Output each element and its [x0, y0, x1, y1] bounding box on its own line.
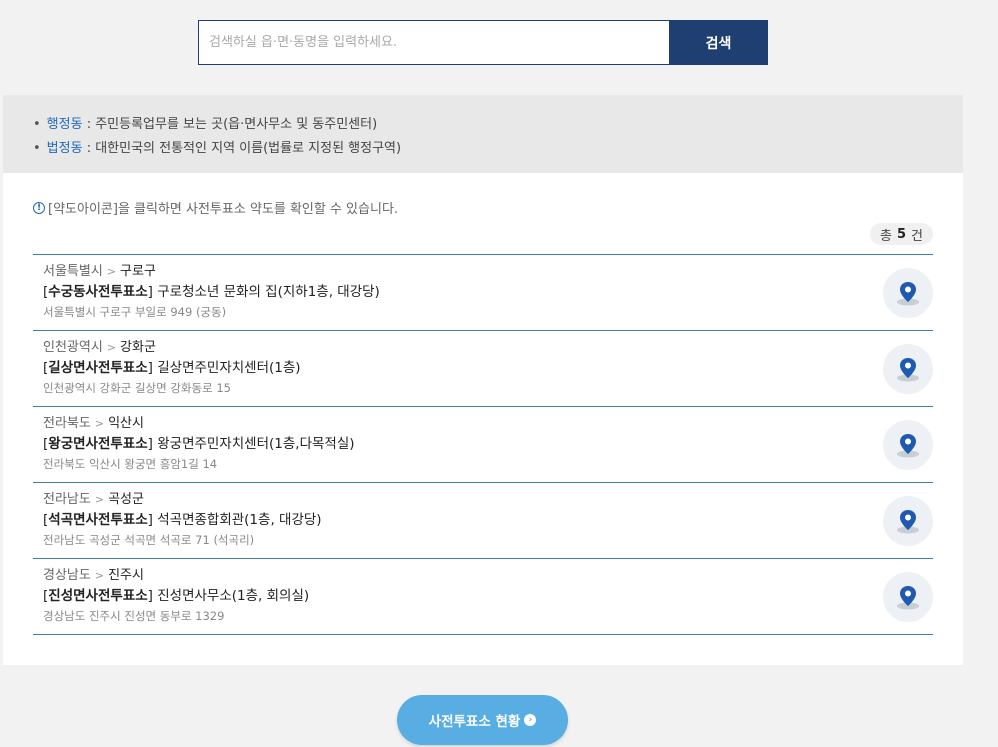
notice-text: [약도아이콘]을 클릭하면 사전투표소 약도를 확인할 수 있습니다.: [48, 202, 399, 217]
results-panel: ! [약도아이콘]을 클릭하면 사전투표소 약도를 확인할 수 있습니다. 총 …: [3, 173, 963, 665]
bullet: •: [33, 141, 41, 156]
polling-place-venue: 진성면사무소(1층, 회의실): [152, 588, 310, 604]
early-voting-status-label: 사전투표소 현황: [428, 714, 521, 730]
region-path: 서울특별시 > 구로구: [43, 263, 933, 281]
polling-place-address: 서울특별시 구로구 부일로 949 (궁동): [43, 305, 227, 319]
polling-place: [왕궁면사전투표소] 왕궁면주민자치센터(1층,다목적실): [43, 433, 933, 455]
term-legal-dong-desc: : 대한민국의 전통적인 지역 이름(법률로 지정된 행정구역): [82, 141, 402, 156]
province: 전라북도: [43, 416, 91, 431]
province: 인천광역시: [43, 340, 103, 355]
total-prefix: 총: [880, 228, 892, 244]
path-separator: >: [106, 265, 117, 278]
city: 익산시: [108, 416, 144, 431]
map-pin-icon: [897, 282, 919, 306]
map-button[interactable]: [883, 268, 933, 318]
list-item: 경상남도 > 진주시 [진성면사전투표소] 진성면사무소(1층, 회의실) 경상남도 진…: [33, 559, 933, 635]
early-voting-status-button[interactable]: 사전투표소 현황 ›: [397, 695, 568, 745]
polling-place: [석곡면사전투표소] 석곡면종합회관(1층, 대강당): [43, 509, 933, 531]
polling-place: [진성면사전투표소] 진성면사무소(1층, 회의실): [43, 585, 933, 607]
city: 곡성군: [108, 492, 144, 507]
path-separator: >: [94, 417, 105, 430]
path-separator: >: [94, 493, 105, 506]
map-pin-icon: [897, 434, 919, 458]
term-legal-dong: 법정동: [46, 141, 83, 156]
path-separator: >: [94, 569, 105, 582]
search-button[interactable]: 검색: [669, 20, 768, 65]
map-pin-icon: [897, 358, 919, 382]
map-pin-icon: [897, 510, 919, 534]
info-line-legal-dong: • 법정동 : 대한민국의 전통적인 지역 이름(법률로 지정된 행정구역): [33, 137, 963, 161]
province: 서울특별시: [43, 264, 103, 279]
map-button[interactable]: [883, 496, 933, 546]
city: 강화군: [120, 340, 156, 355]
polling-place-name: 수궁동사전투표소: [48, 284, 148, 300]
list-item: 서울특별시 > 구로구 [수궁동사전투표소] 구로청소년 문화의 집(지하1층, 대강…: [33, 255, 933, 331]
polling-place-address: 전라남도 곡성군 석곡면 석곡로 71 (석곡리): [43, 533, 255, 547]
list-item: 전라남도 > 곡성군 [석곡면사전투표소] 석곡면종합회관(1층, 대강당) 전라남도 …: [33, 483, 933, 559]
polling-place-address: 전라북도 익산시 왕궁면 흥암1길 14: [43, 457, 218, 471]
polling-place: [길상면사전투표소] 길상면주민자치센터(1층): [43, 357, 933, 379]
polling-place-name: 석곡면사전투표소: [48, 512, 148, 528]
province: 경상남도: [43, 568, 91, 583]
path-separator: >: [106, 341, 117, 354]
polling-place-name: 길상면사전투표소: [48, 360, 148, 376]
list-item: 인천광역시 > 강화군 [길상면사전투표소] 길상면주민자치센터(1층) 인천광역시 강…: [33, 331, 933, 407]
total-count: 5: [896, 226, 907, 242]
map-pin-icon: [897, 586, 919, 610]
search-bar: 검색: [198, 20, 768, 65]
map-button[interactable]: [883, 572, 933, 622]
city: 진주시: [108, 568, 144, 583]
polling-place-venue: 길상면주민자치센터(1층): [152, 360, 301, 376]
result-list: 서울특별시 > 구로구 [수궁동사전투표소] 구로청소년 문화의 집(지하1층, 대강…: [33, 254, 933, 635]
info-icon: !: [33, 201, 45, 214]
total-count-badge: 총 5 건: [870, 223, 933, 245]
dong-info-box: • 행정동 : 주민등록업무를 보는 곳(읍·면사무소 및 동주민센터) • 법정동…: [3, 95, 963, 173]
region-path: 경상남도 > 진주시: [43, 567, 933, 585]
total-suffix: 건: [911, 228, 923, 244]
polling-place: [수궁동사전투표소] 구로청소년 문화의 집(지하1층, 대강당): [43, 281, 933, 303]
term-admin-dong-desc: : 주민등록업무를 보는 곳(읍·면사무소 및 동주민센터): [82, 117, 378, 132]
polling-place-address: 경상남도 진주시 진성면 동부로 1329: [43, 609, 225, 623]
polling-place-venue: 석곡면종합회관(1층, 대강당): [152, 512, 322, 528]
arrow-right-icon: ›: [524, 714, 537, 726]
map-button[interactable]: [883, 344, 933, 394]
province: 전라남도: [43, 492, 91, 507]
map-button[interactable]: [883, 420, 933, 470]
polling-place-name: 왕궁면사전투표소: [48, 436, 148, 452]
term-admin-dong: 행정동: [46, 117, 83, 132]
polling-place-address: 인천광역시 강화군 길상면 강화동로 15: [43, 381, 231, 395]
bullet: •: [33, 117, 41, 132]
polling-place-venue: 구로청소년 문화의 집(지하1층, 대강당): [152, 284, 380, 300]
region-path: 전라남도 > 곡성군: [43, 491, 933, 509]
map-notice: ! [약도아이콘]을 클릭하면 사전투표소 약도를 확인할 수 있습니다.: [33, 198, 398, 217]
info-line-admin-dong: • 행정동 : 주민등록업무를 보는 곳(읍·면사무소 및 동주민센터): [33, 113, 963, 137]
city: 구로구: [120, 264, 156, 279]
list-item: 전라북도 > 익산시 [왕궁면사전투표소] 왕궁면주민자치센터(1층,다목적실) 전라북…: [33, 407, 933, 483]
polling-place-name: 진성면사전투표소: [48, 588, 148, 604]
search-input[interactable]: [198, 20, 669, 65]
region-path: 전라북도 > 익산시: [43, 415, 933, 433]
region-path: 인천광역시 > 강화군: [43, 339, 933, 357]
polling-place-venue: 왕궁면주민자치센터(1층,다목적실): [152, 436, 355, 452]
